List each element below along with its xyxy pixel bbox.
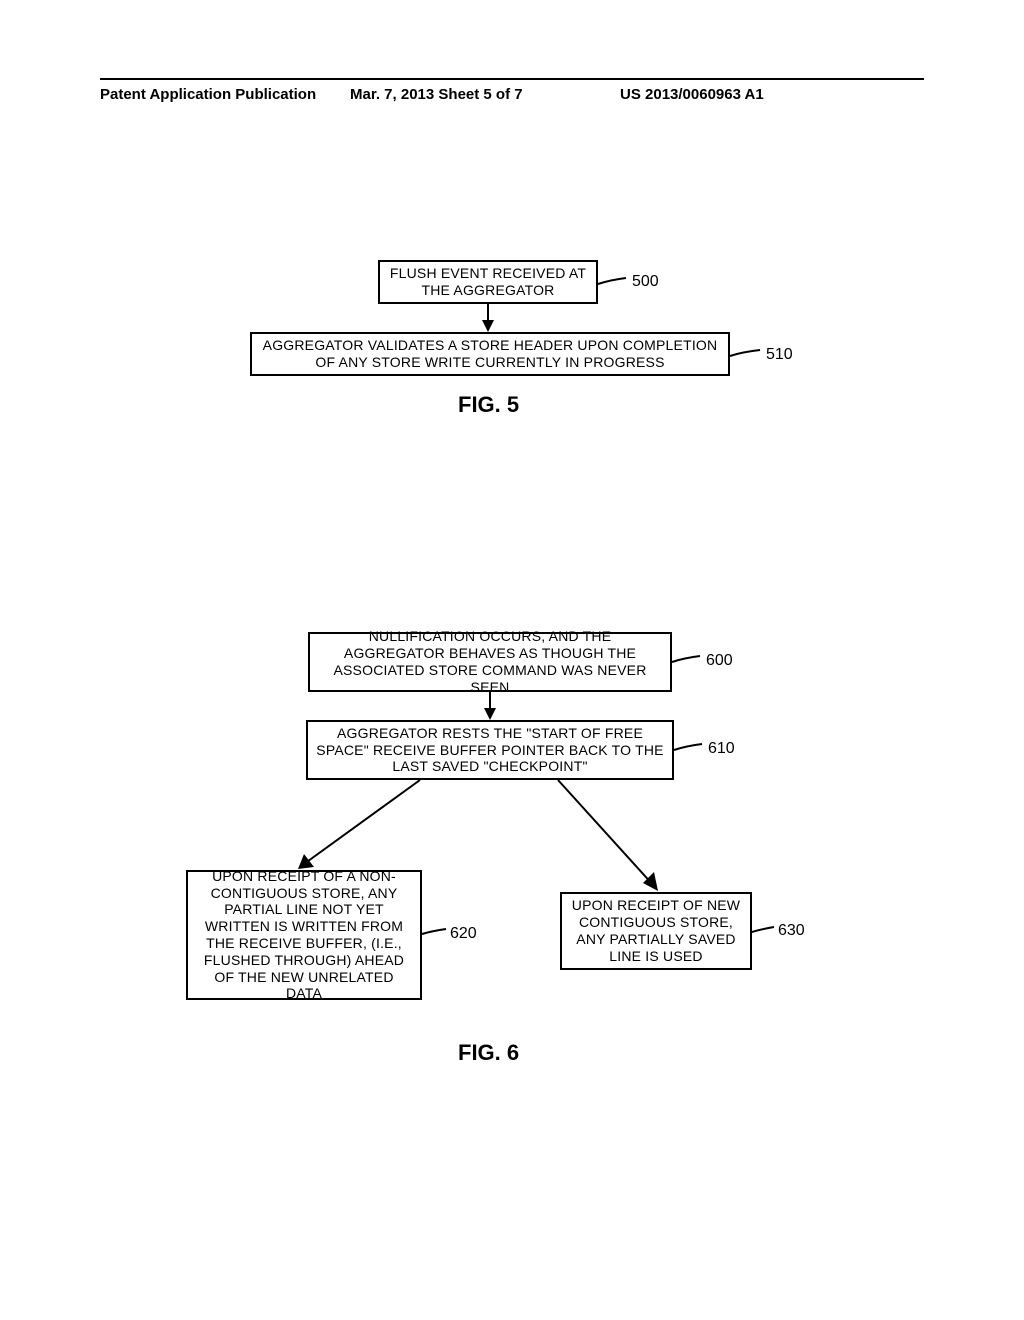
fig6-box-620-text: UPON RECEIPT OF A NON-CONTIGUOUS STORE, …	[196, 868, 412, 1002]
fig6-label: FIG. 6	[458, 1040, 519, 1066]
fig5-box-500-text: FLUSH EVENT RECEIVED AT THE AGGREGATOR	[388, 265, 588, 299]
fig6-box-600: NULLIFICATION OCCURS, AND THE AGGREGATOR…	[308, 632, 672, 692]
fig6-ref-620: 620	[450, 925, 477, 943]
fig6-box-630-text: UPON RECEIPT OF NEW CONTIGUOUS STORE, AN…	[570, 897, 742, 964]
fig5-ref-510: 510	[766, 346, 793, 364]
fig6-box-600-text: NULLIFICATION OCCURS, AND THE AGGREGATOR…	[318, 628, 662, 695]
header-rule	[100, 78, 924, 80]
fig5-ref-500: 500	[632, 273, 659, 291]
header-publication: Patent Application Publication	[100, 86, 316, 103]
fig6-box-610: AGGREGATOR RESTS THE "START OF FREE SPAC…	[306, 720, 674, 780]
fig6-box-620: UPON RECEIPT OF A NON-CONTIGUOUS STORE, …	[186, 870, 422, 1000]
fig6-ref-610: 610	[708, 740, 735, 758]
fig6-box-630: UPON RECEIPT OF NEW CONTIGUOUS STORE, AN…	[560, 892, 752, 970]
page: Patent Application Publication Mar. 7, 2…	[0, 0, 1024, 1320]
fig5-label: FIG. 5	[458, 392, 519, 418]
fig5-box-510-text: AGGREGATOR VALIDATES A STORE HEADER UPON…	[260, 337, 720, 371]
header-pubnum: US 2013/0060963 A1	[620, 86, 764, 103]
fig6-ref-600: 600	[706, 652, 733, 670]
fig6-box-610-text: AGGREGATOR RESTS THE "START OF FREE SPAC…	[316, 725, 664, 775]
header-date-sheet: Mar. 7, 2013 Sheet 5 of 7	[350, 86, 523, 103]
fig5-box-510: AGGREGATOR VALIDATES A STORE HEADER UPON…	[250, 332, 730, 376]
fig6-ref-630: 630	[778, 922, 805, 940]
fig5-box-500: FLUSH EVENT RECEIVED AT THE AGGREGATOR	[378, 260, 598, 304]
